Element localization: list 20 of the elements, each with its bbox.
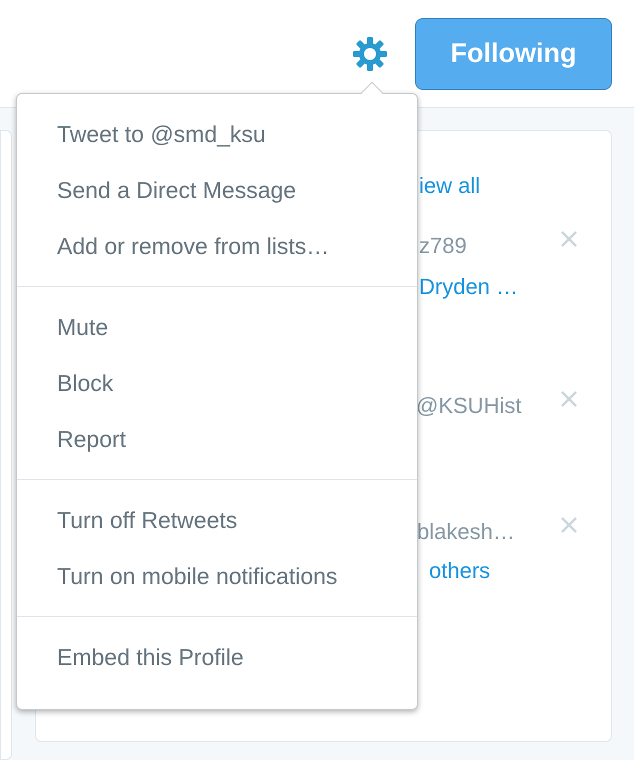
menu-item[interactable]: Mute: [17, 299, 417, 355]
view-all-link[interactable]: iew all: [419, 169, 579, 199]
close-icon[interactable]: [559, 515, 579, 535]
menu-item[interactable]: Report: [17, 411, 417, 467]
menu-item[interactable]: Turn on mobile notifications: [17, 548, 417, 604]
user-handle: @KSUHist: [416, 392, 522, 420]
menu-item[interactable]: Block: [17, 355, 417, 411]
user-handle: z789: [419, 232, 468, 260]
menu-item[interactable]: Add or remove from lists…: [17, 218, 417, 274]
following-button[interactable]: Following: [415, 18, 612, 90]
menu-item[interactable]: Tweet to @smd_ksu: [17, 106, 417, 162]
menu-item[interactable]: Turn off Retweets: [17, 492, 417, 548]
close-icon[interactable]: [559, 389, 579, 409]
settings-icon[interactable]: [352, 36, 388, 72]
menu-item[interactable]: Embed this Profile: [17, 629, 417, 685]
close-icon[interactable]: [559, 229, 579, 249]
followed-by-link[interactable]: Dryden …: [419, 270, 518, 303]
user-handle: blakesh…: [417, 518, 515, 546]
others-link[interactable]: others: [429, 554, 515, 587]
menu-item[interactable]: Send a Direct Message: [17, 162, 417, 218]
